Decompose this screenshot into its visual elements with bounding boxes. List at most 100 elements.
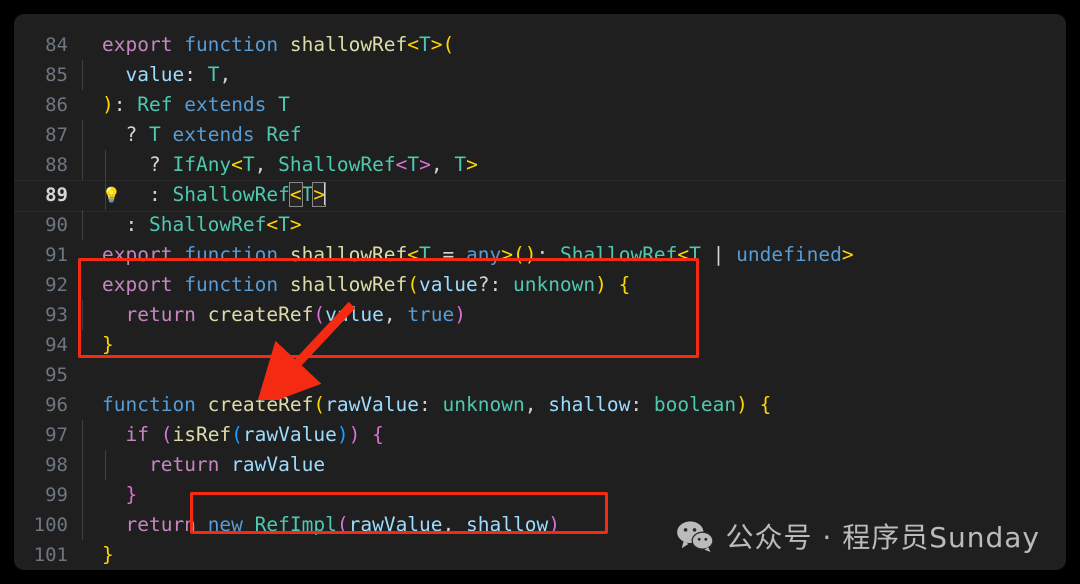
code-line-86[interactable]: 86 ): Ref extends T [14, 90, 1066, 120]
line-content[interactable]: export function shallowRef<T>( [80, 30, 1066, 60]
line-number: 100 [33, 514, 68, 536]
token-new: new [207, 513, 243, 536]
code-line-88[interactable]: 88 ? IfAny<T, ShallowRef<T>, T> [14, 150, 1066, 180]
code-line-95[interactable]: 95 [14, 360, 1066, 390]
token-colon: : [184, 63, 196, 86]
token-lt: < [407, 33, 420, 56]
line-content[interactable]: ): Ref extends T [80, 90, 1066, 120]
token-equals: = [442, 243, 455, 266]
token-rparen: ) [524, 243, 537, 266]
token-gt: > [501, 243, 514, 266]
code-line-98[interactable]: 98 return rawValue [14, 450, 1066, 480]
token-colon: : [630, 393, 643, 416]
token-colon: : [148, 183, 161, 206]
token-lt: < [231, 153, 243, 176]
indent-guide [82, 480, 83, 510]
line-content[interactable]: : ShallowRef<T> [80, 180, 1066, 210]
token-export: export [102, 273, 173, 296]
line-content[interactable]: ? T extends Ref [80, 120, 1066, 150]
line-content[interactable]: } [80, 330, 1066, 360]
code-line-96[interactable]: 96 function createRef(rawValue: unknown,… [14, 390, 1066, 420]
line-number: 89 [45, 184, 68, 206]
token-ShallowRef: ShallowRef [172, 183, 290, 206]
code-line-91[interactable]: 91 export function shallowRef<T = any>()… [14, 240, 1066, 270]
token-lbrace: { [759, 393, 772, 416]
code-line-85[interactable]: 85 value: T, [14, 60, 1066, 90]
code-lines-container[interactable]: 84 export function shallowRef<T>( 85 val… [14, 14, 1066, 570]
code-line-93[interactable]: 93 return createRef(value, true) [14, 300, 1066, 330]
line-content[interactable]: return rawValue [80, 450, 1066, 480]
code-line-97[interactable]: 97 if (isRef(rawValue)) { [14, 420, 1066, 450]
line-content[interactable]: export function shallowRef(value?: unkno… [80, 270, 1066, 300]
token-comma: , [430, 153, 443, 176]
token-gt: > [430, 33, 443, 56]
code-line-92[interactable]: 92 export function shallowRef(value?: un… [14, 270, 1066, 300]
token-extends: extends [172, 123, 255, 146]
token-lt: < [677, 243, 690, 266]
code-line-89-active[interactable]: 89 💡 : ShallowRef<T> [14, 180, 1066, 212]
token-shallowRef: shallowRef [289, 33, 408, 56]
code-line-84[interactable]: 84 export function shallowRef<T>( [14, 30, 1066, 60]
line-number: 98 [45, 454, 68, 476]
line-number: 90 [45, 214, 68, 236]
line-content[interactable]: ? IfAny<T, ShallowRef<T>, T> [80, 150, 1066, 180]
code-line-87[interactable]: 87 ? T extends Ref [14, 120, 1066, 150]
token-comma: , [524, 393, 537, 416]
token-rawValue: rawValue [242, 423, 337, 446]
token-rparen: ) [348, 423, 361, 446]
token-true: true [407, 303, 455, 326]
line-number: 84 [45, 34, 68, 56]
line-content[interactable]: } [80, 480, 1066, 510]
code-line-99[interactable]: 99 } [14, 480, 1066, 510]
token-gt: > [841, 243, 854, 266]
indent-guide [82, 420, 83, 450]
indent-guide [82, 120, 83, 150]
token-lparen: ( [313, 393, 326, 416]
token-rparen: ) [102, 93, 114, 116]
token-unknown: unknown [512, 273, 596, 296]
line-content[interactable]: if (isRef(rawValue)) { [80, 420, 1066, 450]
code-line-90[interactable]: 90 : ShallowRef<T> [14, 210, 1066, 240]
token-rawValue: rawValue [231, 453, 326, 476]
code-editor[interactable]: 84 export function shallowRef<T>( 85 val… [14, 14, 1066, 570]
line-number: 87 [45, 124, 68, 146]
token-function: function [102, 393, 196, 416]
line-content[interactable]: : ShallowRef<T> [80, 210, 1066, 240]
line-content[interactable]: return createRef(value, true) [80, 300, 1066, 330]
token-createRef: createRef [207, 303, 314, 326]
token-colon: : [125, 213, 138, 236]
token-lt: < [266, 213, 279, 236]
token-comma: , [442, 513, 455, 536]
line-content[interactable]: function createRef(rawValue: unknown, sh… [80, 390, 1066, 420]
indent-guide [105, 150, 106, 180]
code-line-94[interactable]: 94 } [14, 330, 1066, 360]
token-boolean: boolean [653, 393, 737, 416]
token-rbrace: } [125, 483, 138, 506]
token-rparen: ) [454, 303, 467, 326]
token-lt: < [395, 153, 408, 176]
line-content[interactable]: value: T, [80, 60, 1066, 90]
line-number: 96 [45, 394, 68, 416]
token-rparen: ) [736, 393, 748, 416]
line-content[interactable]: export function shallowRef<T = any>(): S… [80, 240, 1066, 270]
line-number: 101 [33, 544, 68, 566]
